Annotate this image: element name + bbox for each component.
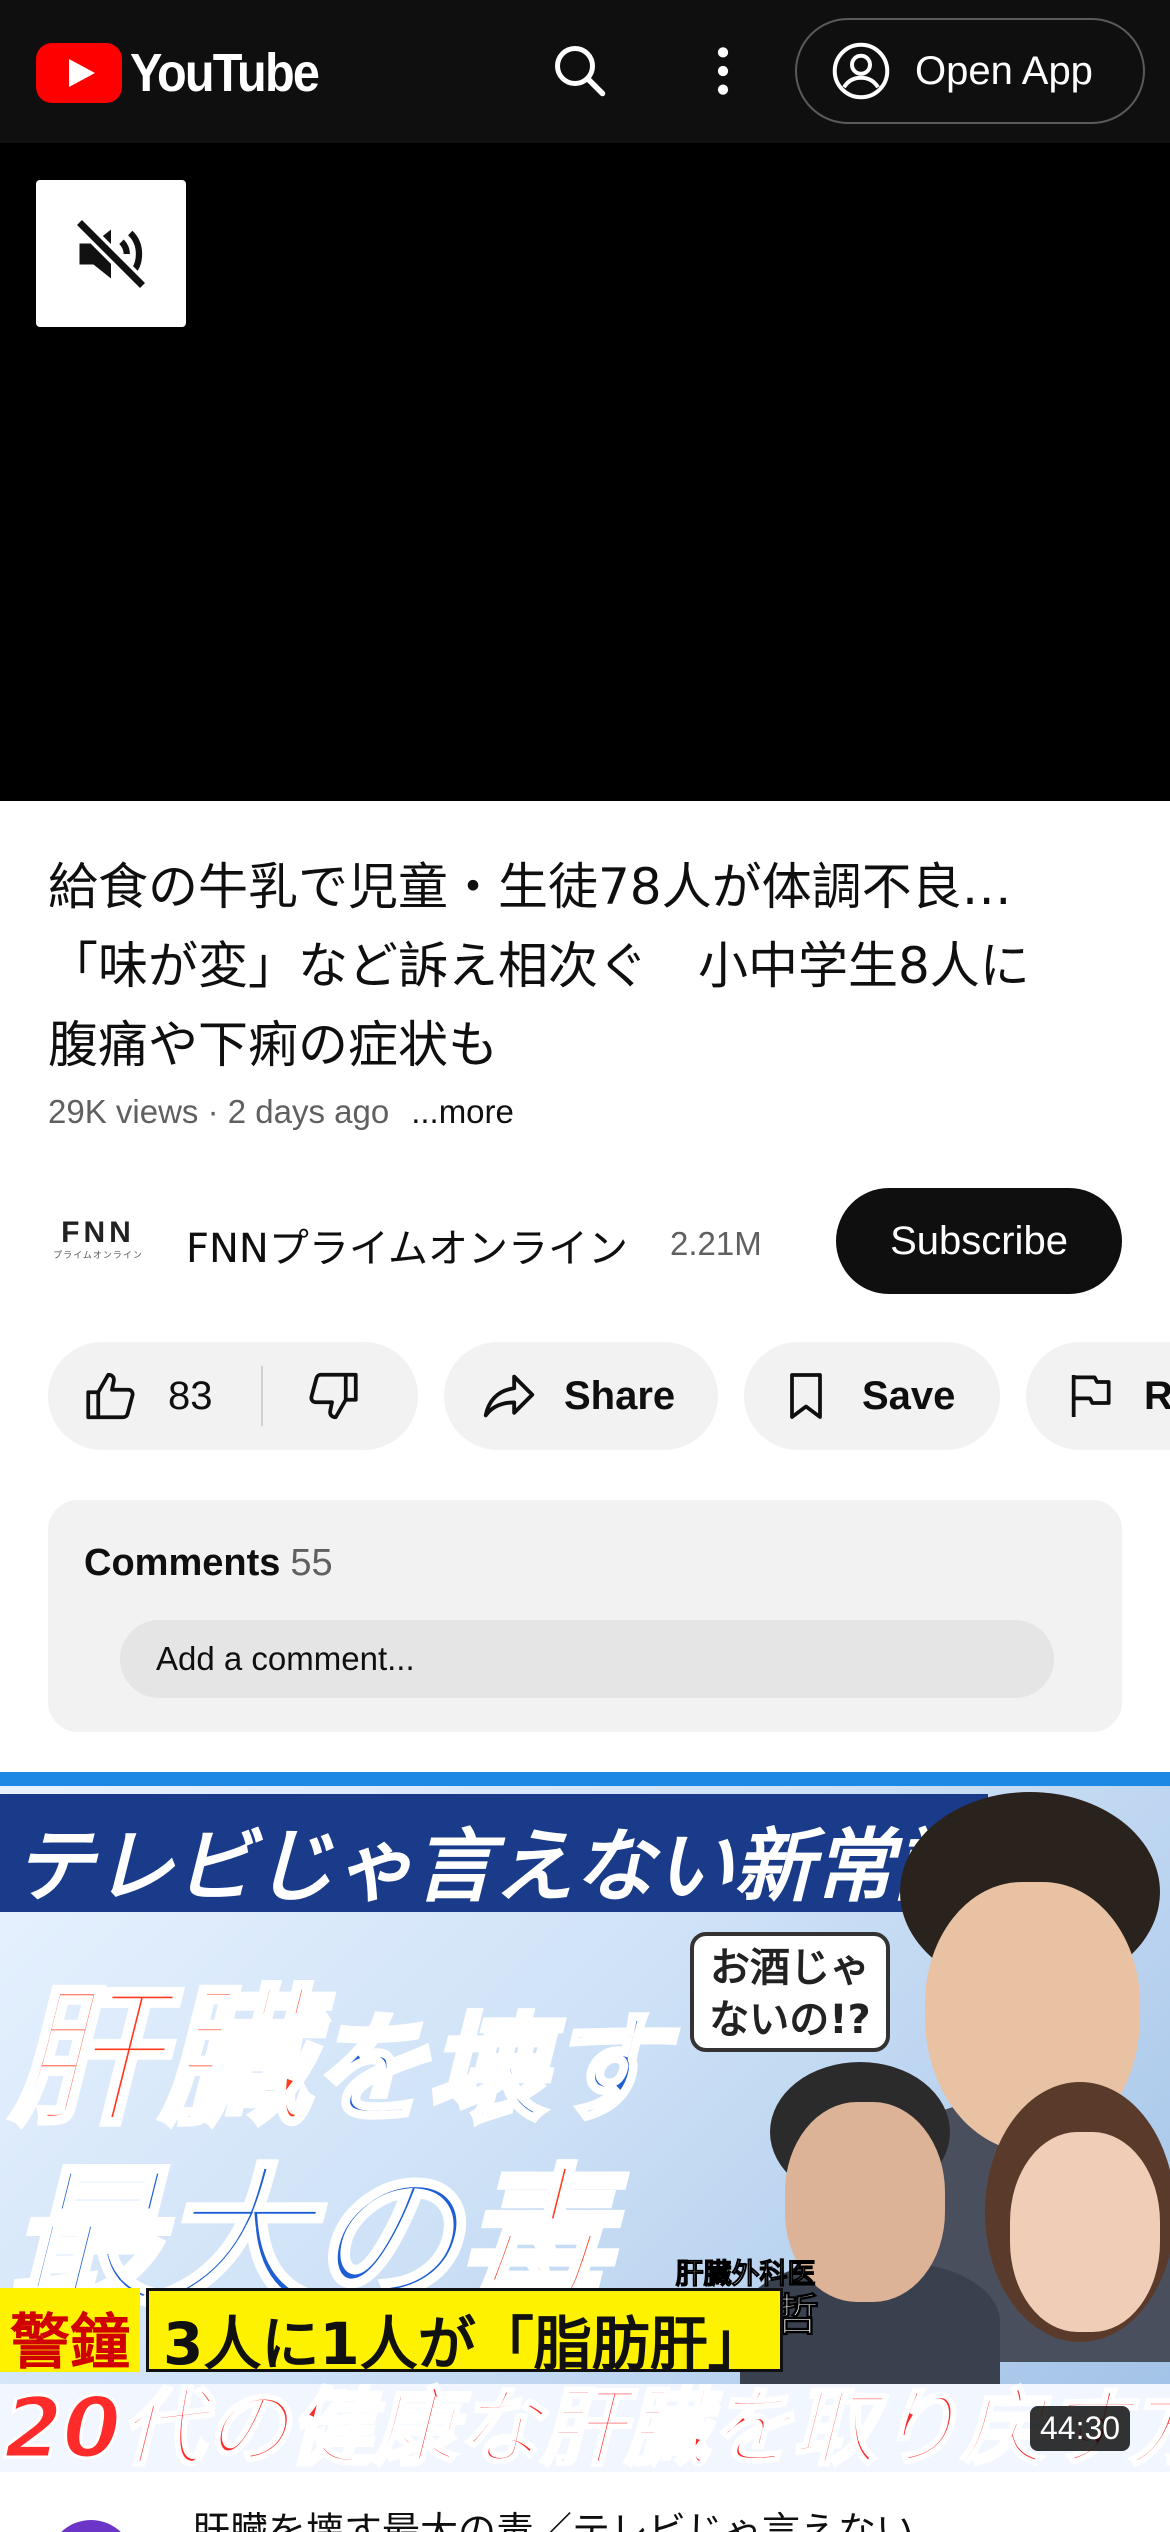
comments-count: 55 <box>290 1542 333 1584</box>
comments-title: Comments <box>84 1542 281 1584</box>
brand-name: YouTube <box>130 43 320 103</box>
top-app-bar: YouTube Open App <box>0 0 1170 143</box>
duration-badge: 44:30 <box>1030 2406 1131 2451</box>
share-label: Share <box>564 1373 676 1418</box>
subscriber-count: 2.21M <box>670 1225 762 1262</box>
share-button[interactable]: Share <box>444 1342 718 1450</box>
search-icon[interactable] <box>545 36 615 106</box>
thumbnail-top-stripe <box>0 1772 1170 1786</box>
next-video-title[interactable]: 肝臓を壊す最大の毒／テレビじゃ言えない <box>192 2500 914 2532</box>
share-icon <box>478 1365 540 1427</box>
add-comment-input[interactable]: Add a comment... <box>120 1620 1054 1698</box>
thumbnail-speech-bubble: お酒じゃないの!? <box>690 1932 890 2052</box>
subscribe-button[interactable]: Subscribe <box>836 1188 1122 1294</box>
video-meta[interactable]: 29K views · 2 days ago ...more <box>48 1093 514 1131</box>
thumbnail-bottom-text: 20代の健康な肝臓を取り戻す方法 <box>3 2379 1170 2473</box>
like-button[interactable] <box>82 1366 142 1426</box>
view-count-and-date: 29K views · 2 days ago <box>48 1093 390 1130</box>
youtube-play-icon <box>36 43 122 103</box>
account-circle-icon <box>831 41 891 101</box>
video-title-line: 「味が変」など訴え相次ぐ 小中学生8人に <box>48 937 1030 995</box>
thumbnail-headline: テレビじゃ言えない新常識 <box>0 1794 988 1913</box>
like-count: 83 <box>168 1373 213 1418</box>
save-button[interactable]: Save <box>744 1342 1000 1450</box>
open-app-button[interactable]: Open App <box>795 18 1145 124</box>
more-vert-icon[interactable] <box>688 36 758 106</box>
volume-off-icon <box>69 212 153 296</box>
save-label: Save <box>862 1373 956 1418</box>
action-bar: 83 Share Save R <box>48 1342 1170 1450</box>
report-label: R <box>1144 1373 1170 1418</box>
video-title-line: 腹痛や下痢の症状も <box>48 1016 498 1074</box>
like-dislike-group: 83 <box>48 1342 418 1450</box>
channel-logo-subtext: プライムオンライン <box>53 1250 143 1261</box>
video-player[interactable] <box>0 143 1170 801</box>
channel-name[interactable]: FNNプライムオンライン <box>186 1216 628 1274</box>
video-title-line: 給食の牛乳で児童・生徒78人が体調不良… <box>48 858 1012 916</box>
bookmark-icon <box>778 1366 834 1426</box>
unmute-button[interactable] <box>36 180 186 327</box>
more-link[interactable]: ...more <box>411 1093 514 1130</box>
thumbnail-warning: 警鐘 3人に1人が「脂肪肝」 <box>0 2282 783 2378</box>
dislike-button[interactable] <box>302 1366 362 1426</box>
youtube-logo[interactable]: YouTube <box>36 42 339 104</box>
video-title[interactable]: 給食の牛乳で児童・生徒78人が体調不良… 「味が変」など訴え相次ぐ 小中学生8人… <box>48 848 1128 1085</box>
flag-icon <box>1062 1366 1118 1426</box>
channel-avatar[interactable]: FNN プライムオンライン <box>48 1208 148 1270</box>
open-app-label: Open App <box>915 48 1093 93</box>
warning-text: 3人に1人が「脂肪肝」 <box>146 2288 783 2378</box>
channel-logo-text: FNN <box>61 1215 135 1249</box>
report-button[interactable]: R <box>1026 1342 1170 1450</box>
next-video-channel-avatar[interactable] <box>48 2520 134 2532</box>
comments-panel[interactable]: Comments 55 Add a comment... <box>48 1500 1122 1732</box>
comments-header: Comments 55 <box>84 1542 333 1585</box>
guest-face <box>1010 2132 1160 2332</box>
warning-tag: 警鐘 <box>0 2288 140 2378</box>
next-video-thumbnail[interactable]: テレビじゃ言えない新常識 肝臓を壊す 最大の毒 お酒じゃないの!? 肝臓外科医 … <box>0 1772 1170 2472</box>
like-divider <box>261 1366 263 1426</box>
